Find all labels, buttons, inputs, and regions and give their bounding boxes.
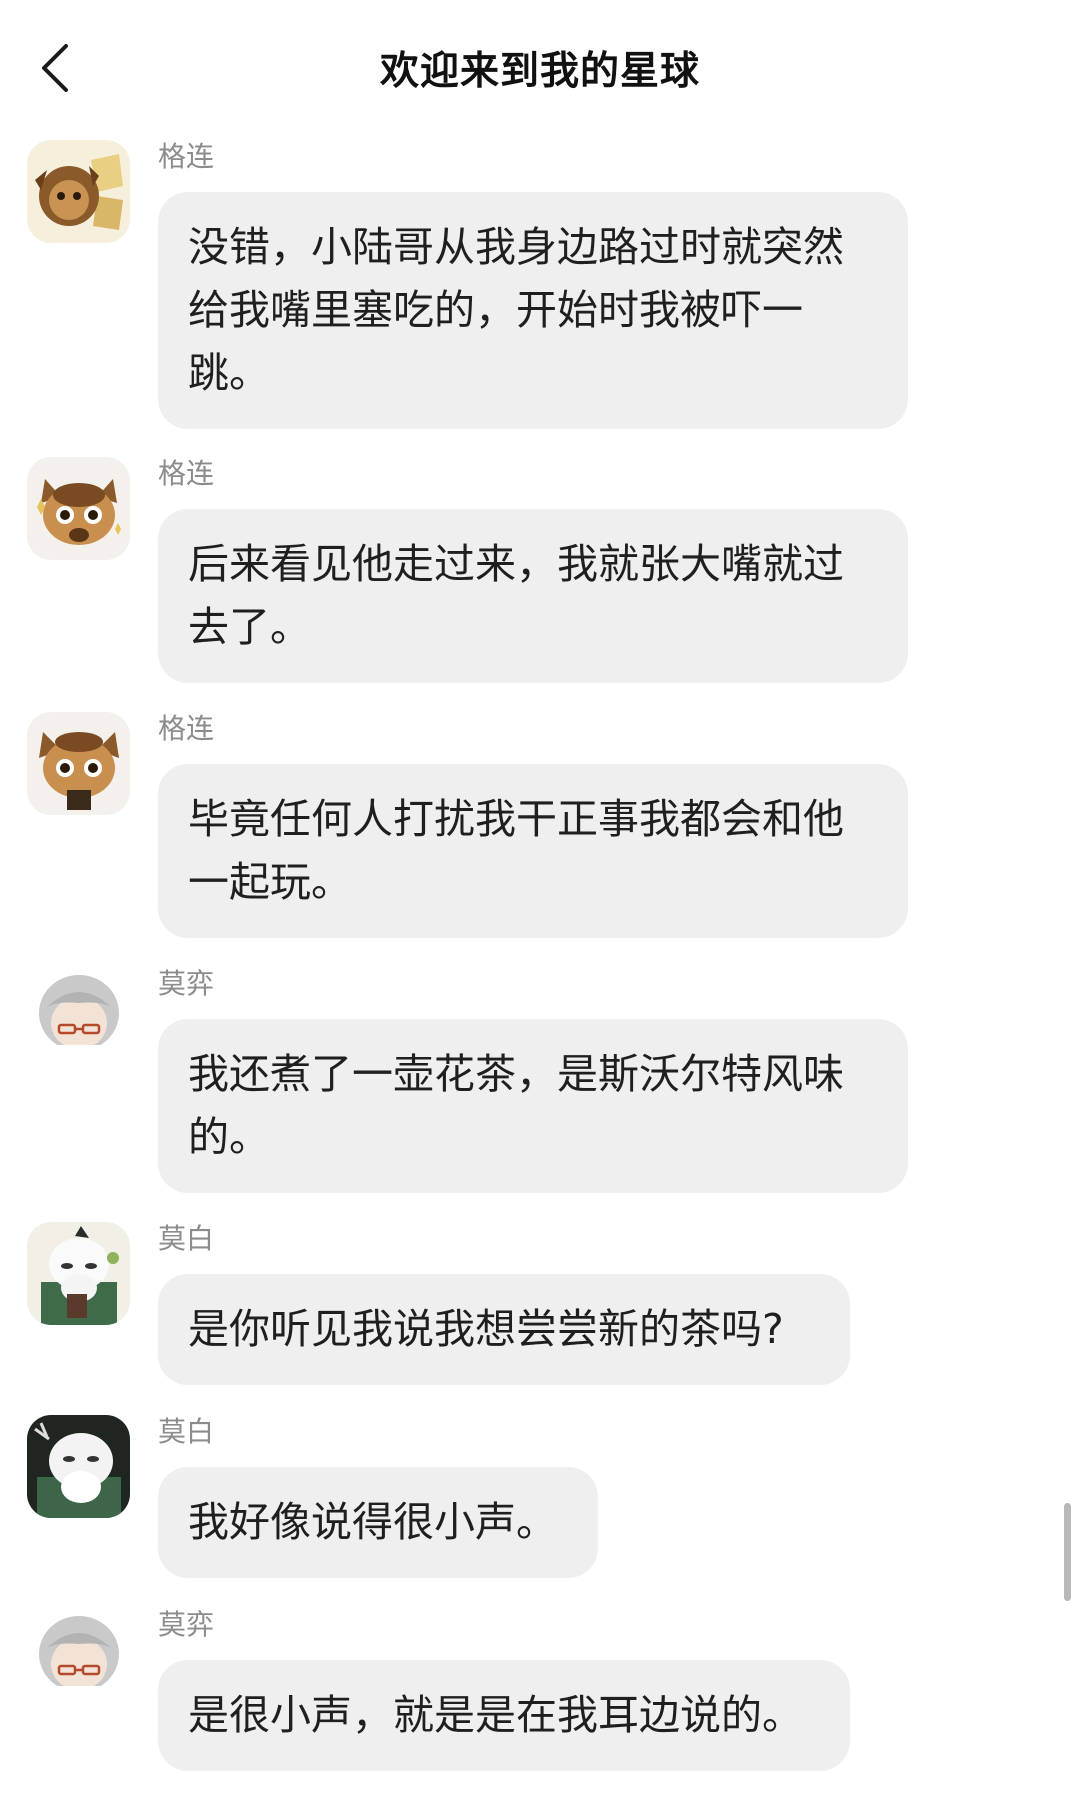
avatar[interactable] (27, 712, 130, 815)
page-title: 欢迎来到我的星球 (379, 49, 700, 94)
white-fluffy-dark-bg-avatar (27, 1415, 130, 1518)
message-bubble[interactable]: 毕竟任何人打扰我干正事我都会和他一起玩。 (158, 764, 908, 938)
fox-cub-avatar (27, 712, 130, 815)
avatar[interactable] (27, 1415, 130, 1518)
avatar[interactable] (27, 1222, 130, 1325)
sender-name: 格连 (158, 712, 215, 745)
sender-name: 莫白 (158, 1222, 215, 1255)
sender-name: 格连 (158, 457, 215, 490)
message-bubble[interactable]: 是你听见我说我想尝尝新的茶吗? (158, 1274, 850, 1385)
message-bubble[interactable]: 后来看见他走过来，我就张大嘴就过去了。 (158, 509, 908, 683)
message-bubble[interactable]: 我还煮了一壶花茶，是斯沃尔特风味的。 (158, 1019, 908, 1193)
top-nav-bar: 欢迎来到我的星球 (0, 0, 1080, 136)
sender-name: 格连 (158, 140, 215, 173)
sender-name: 莫弈 (158, 1608, 215, 1641)
avatar[interactable] (27, 967, 130, 1070)
fox-cub-avatar (27, 457, 130, 560)
avatar[interactable] (27, 1608, 130, 1711)
white-haired-glasses-avatar (27, 1608, 130, 1711)
avatar[interactable] (27, 140, 130, 243)
white-fluffy-green-coat-avatar (27, 1222, 130, 1325)
avatar[interactable] (27, 457, 130, 560)
sender-name: 莫弈 (158, 967, 215, 1000)
message-bubble[interactable]: 是很小声，就是是在我耳边说的。 (158, 1660, 850, 1771)
scrollbar[interactable] (1064, 1503, 1071, 1601)
message-bubble[interactable]: 我好像说得很小声。 (158, 1467, 598, 1578)
white-haired-glasses-avatar (27, 967, 130, 1070)
fox-cub-avatar-gold (27, 140, 130, 243)
sender-name: 莫白 (158, 1415, 215, 1448)
message-bubble[interactable]: 没错，小陆哥从我身边路过时就突然给我嘴里塞吃的，开始时我被吓一跳。 (158, 192, 908, 429)
